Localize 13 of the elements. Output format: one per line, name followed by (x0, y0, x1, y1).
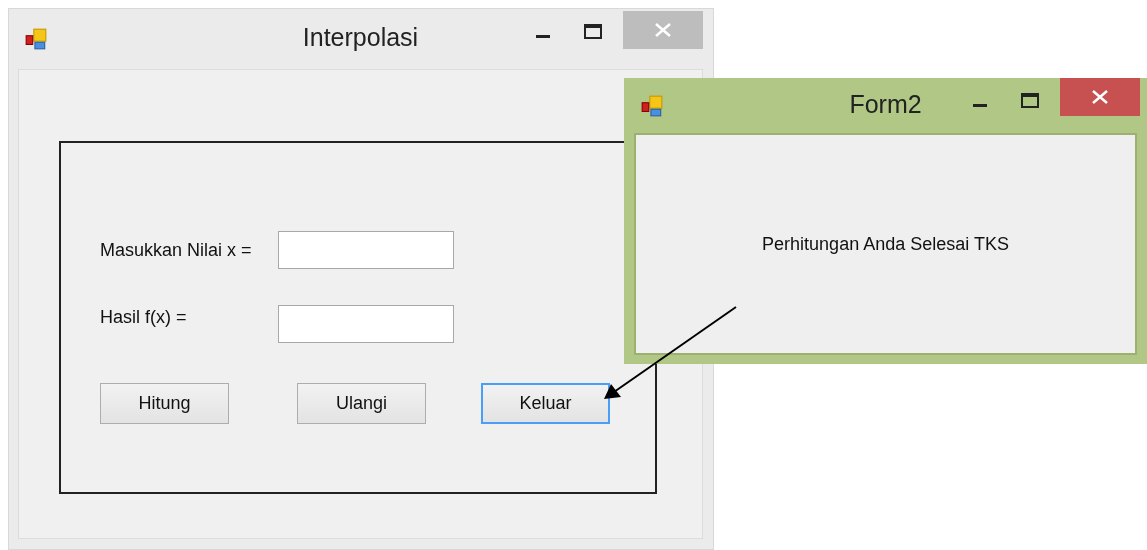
field-label: Masukkan Nilai x = (100, 239, 253, 261)
message-text: Perhitungan Anda Selesai TKS (762, 234, 1009, 255)
input-field[interactable] (278, 305, 454, 343)
app-icon (24, 27, 48, 51)
app-icon (640, 93, 664, 118)
window-title: Form2 (849, 90, 922, 119)
form-button[interactable]: Ulangi (297, 383, 426, 424)
field-label: Hasil f(x) = (100, 307, 188, 328)
form-button[interactable]: Keluar (481, 383, 610, 424)
close-button[interactable] (1060, 78, 1140, 116)
input-field[interactable] (278, 231, 454, 269)
form-button[interactable]: Hitung (100, 383, 229, 424)
window-title: Interpolasi (302, 23, 419, 52)
